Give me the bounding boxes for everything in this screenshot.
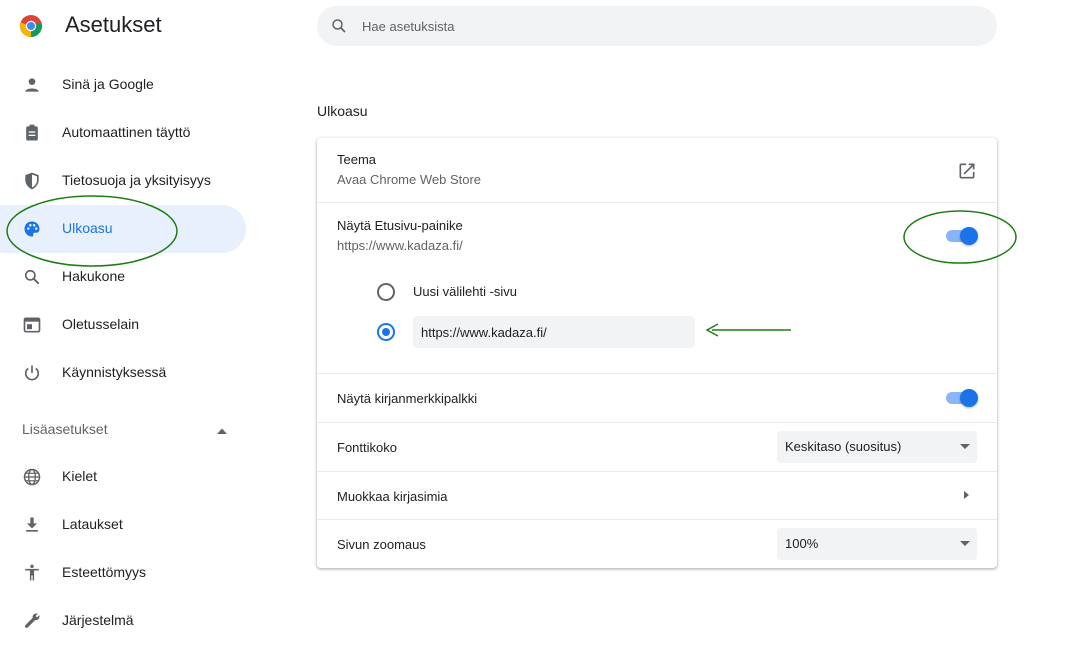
palette-icon	[24, 221, 40, 237]
sidebar-item-label: Järjestelmä	[62, 612, 134, 628]
font-size-value: Keskitaso (suositus)	[785, 439, 902, 454]
bookmarks-bar-toggle[interactable]	[944, 389, 978, 407]
customize-fonts-title: Muokkaa kirjasimia	[337, 489, 448, 504]
dropdown-arrow-icon	[960, 444, 970, 449]
sidebar-item-label: Ulkoasu	[62, 220, 113, 236]
page-zoom-row: Sivun zoomaus 100%	[317, 519, 997, 569]
search-box[interactable]	[317, 6, 997, 46]
globe-icon	[23, 468, 41, 486]
accessibility-icon	[25, 564, 39, 581]
page-zoom-value: 100%	[785, 536, 819, 551]
search-input[interactable]	[362, 6, 962, 46]
power-icon	[24, 365, 40, 381]
customize-fonts-row[interactable]: Muokkaa kirjasimia	[317, 471, 997, 520]
chrome-logo-icon	[20, 15, 42, 37]
sidebar-item-appearance[interactable]: Ulkoasu	[0, 205, 246, 253]
advanced-section-label[interactable]: Lisäasetukset	[22, 421, 108, 437]
app-title: Asetukset	[65, 12, 162, 37]
search-icon	[332, 19, 346, 33]
sidebar-item-label: Automaattinen täyttö	[62, 124, 191, 140]
sidebar-item-accessibility[interactable]: Esteettömyys	[0, 549, 246, 597]
home-button-url: https://www.kadaza.fi/	[337, 238, 463, 253]
browser-icon	[23, 317, 41, 333]
home-button-row: Näytä Etusivu-painike https://www.kadaza…	[317, 202, 997, 373]
sidebar-item-languages[interactable]: Kielet	[0, 453, 246, 501]
clipboard-icon	[26, 124, 38, 141]
sidebar-item-autofill[interactable]: Automaattinen täyttö	[0, 109, 246, 157]
wrench-icon	[24, 613, 40, 628]
font-size-select[interactable]: Keskitaso (suositus)	[777, 431, 977, 463]
page-zoom-select[interactable]: 100%	[777, 528, 977, 560]
shield-icon	[25, 172, 39, 190]
sidebar-item-downloads[interactable]: Lataukset	[0, 501, 246, 549]
font-size-row: Fonttikoko Keskitaso (suositus)	[317, 422, 997, 471]
bookmarks-bar-title: Näytä kirjanmerkkipalkki	[337, 391, 478, 406]
home-url-input[interactable]	[413, 316, 695, 348]
theme-row[interactable]: Teema Avaa Chrome Web Store	[317, 138, 997, 202]
dropdown-arrow-icon	[960, 541, 970, 546]
sidebar-item-search-engine[interactable]: Hakukone	[0, 253, 246, 301]
bookmarks-bar-row[interactable]: Näytä kirjanmerkkipalkki	[317, 373, 997, 422]
section-heading: Ulkoasu	[317, 103, 368, 119]
sidebar-item-system[interactable]: Järjestelmä	[0, 597, 246, 645]
new-tab-radio[interactable]	[377, 283, 395, 301]
caret-up-icon[interactable]	[214, 423, 230, 439]
new-tab-option-label: Uusi välilehti -sivu	[413, 284, 518, 299]
sidebar-item-label: Hakukone	[62, 268, 126, 284]
sidebar-item-you-and-google[interactable]: Sinä ja Google	[0, 61, 246, 109]
sidebar-item-label: Kielet	[62, 468, 98, 484]
appearance-card: Teema Avaa Chrome Web Store Näytä Etusiv…	[317, 138, 997, 568]
open-in-new-icon[interactable]	[957, 161, 977, 181]
home-button-title: Näytä Etusivu-painike	[337, 218, 463, 233]
sidebar-item-label: Käynnistyksessä	[62, 364, 167, 380]
custom-url-radio[interactable]	[377, 323, 395, 341]
search-icon	[24, 269, 40, 285]
arrow-right-icon	[964, 491, 969, 499]
page-zoom-title: Sivun zoomaus	[337, 537, 426, 552]
theme-title: Teema	[337, 152, 377, 167]
sidebar-item-label: Esteettömyys	[62, 564, 147, 580]
theme-subtitle: Avaa Chrome Web Store	[337, 172, 482, 187]
sidebar-item-on-startup[interactable]: Käynnistyksessä	[0, 349, 246, 397]
sidebar-item-label: Lataukset	[62, 516, 123, 532]
sidebar-item-label: Oletusselain	[62, 316, 140, 332]
download-icon	[26, 517, 38, 532]
sidebar-item-privacy[interactable]: Tietosuoja ja yksityisyys	[0, 157, 246, 205]
sidebar-item-default-browser[interactable]: Oletusselain	[0, 301, 246, 349]
sidebar-item-label: Sinä ja Google	[62, 76, 154, 92]
home-button-toggle[interactable]	[944, 227, 978, 245]
sidebar-item-label: Tietosuoja ja yksityisyys	[62, 172, 211, 188]
person-icon	[25, 78, 39, 92]
font-size-title: Fonttikoko	[337, 440, 397, 455]
